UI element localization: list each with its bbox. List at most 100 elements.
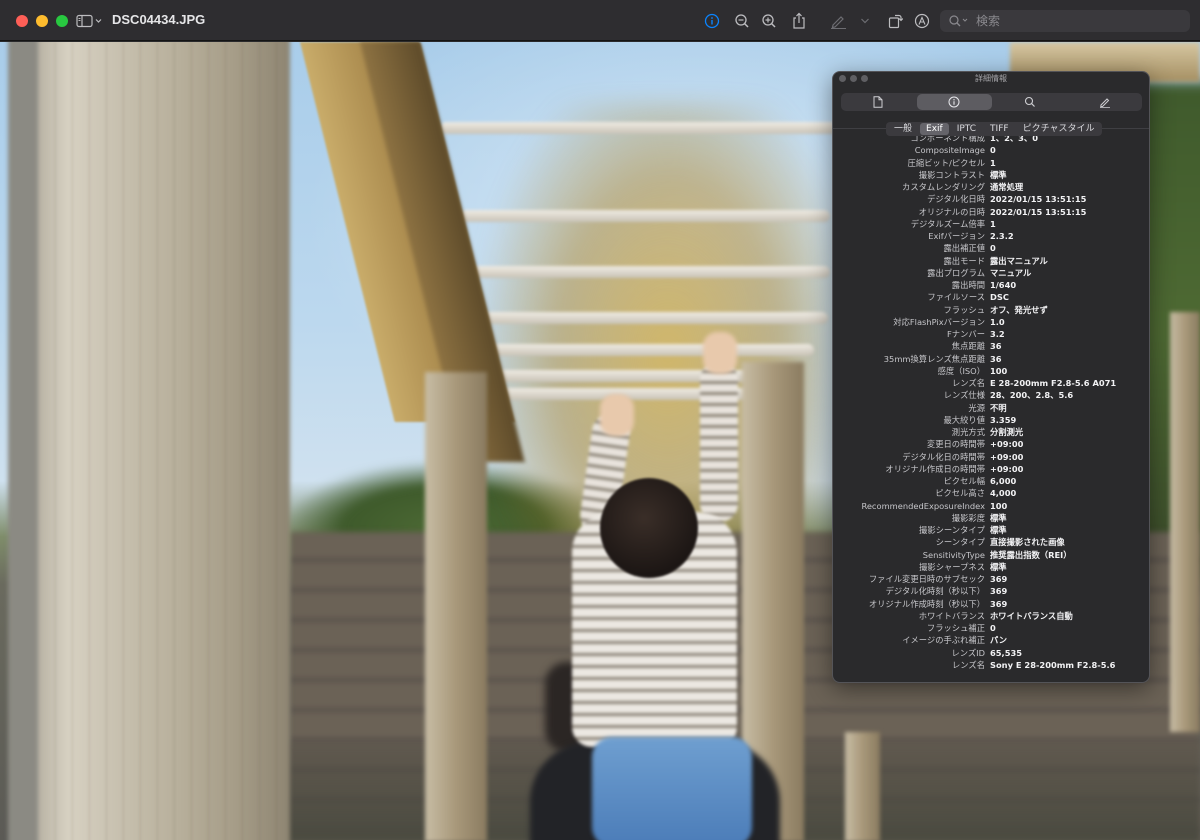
- metadata-row: 露出時間 1/640: [833, 279, 1149, 291]
- metadata-value: 1: [990, 157, 996, 168]
- metadata-value: 標準: [990, 561, 1007, 572]
- zoom-out-button[interactable]: [733, 10, 751, 31]
- metadata-value: 2022/01/15 13:51:15: [990, 194, 1087, 205]
- metadata-value: 3.2: [990, 329, 1005, 339]
- metadata-value: 標準: [990, 512, 1007, 523]
- wooden-pole: [1170, 312, 1200, 732]
- zoom-button[interactable]: [56, 15, 68, 27]
- metadata-key: シーンタイプ: [935, 537, 985, 548]
- window-title: DSC04434.JPG: [112, 12, 206, 27]
- metadata-key: RecommendedExposureIndex: [861, 500, 985, 511]
- markup-toolbar-button[interactable]: [913, 10, 931, 31]
- metadata-key: 対応FlashPixバージョン: [893, 316, 985, 327]
- info-button[interactable]: [703, 10, 721, 31]
- metadata-key: レンズ仕様: [943, 390, 985, 401]
- metadata-row: ピクセル高さ 4,000: [833, 487, 1149, 499]
- metadata-key: フラッシュ: [943, 304, 986, 315]
- share-icon: [793, 12, 805, 29]
- tab-search-info[interactable]: [993, 93, 1068, 111]
- metadata-key: 感度（ISO）: [937, 365, 985, 376]
- inspector-titlebar[interactable]: 詳細情報: [833, 72, 1149, 86]
- metadata-row: ホワイトバランス ホワイトバランス自動: [833, 610, 1149, 622]
- metadata-row: 露出モード 露出マニュアル: [833, 255, 1149, 267]
- metadata-value: 369: [990, 574, 1008, 584]
- metadata-row: 撮影シャープネス 標準: [833, 561, 1149, 573]
- info-icon: [948, 96, 960, 108]
- metadata-value: 36: [990, 341, 1002, 352]
- segment-picture-style[interactable]: ピクチャスタイル: [1017, 123, 1101, 135]
- metadata-row: 対応FlashPixバージョン 1.0: [833, 316, 1149, 328]
- metadata-row: SensitivityType 推奨露出指数（REI）: [833, 549, 1149, 561]
- metadata-value: 4,000: [990, 488, 1017, 499]
- metadata-row: オリジナル作成日の時間帯 +09:00: [833, 463, 1149, 475]
- exif-metadata-list[interactable]: コンポーネント構成 1、2、3、0 CompositeImage 0 圧縮ビット/ピクセ…: [833, 136, 1149, 682]
- metadata-row: 露出補正値 0: [833, 242, 1149, 254]
- metadata-key: オリジナル作成時刻（秒以下）: [868, 598, 985, 609]
- metadata-row: 感度（ISO） 100: [833, 365, 1149, 377]
- metadata-row: 測光方式 分割測光: [833, 426, 1149, 438]
- inspector-tab-bar: [841, 93, 1142, 111]
- metadata-value: 3.359: [990, 414, 1017, 425]
- markup-menu-button[interactable]: [858, 10, 872, 31]
- segment-tiff[interactable]: TIFF: [984, 123, 1015, 135]
- metadata-key: CompositeImage: [914, 145, 985, 156]
- segment-general[interactable]: 一般: [888, 123, 918, 135]
- search-field[interactable]: [940, 10, 1190, 32]
- monkey-bar: [460, 210, 830, 222]
- metadata-value: Sony E 28-200mm F2.8-5.6: [990, 659, 1116, 670]
- metadata-key: フラッシュ補正: [926, 623, 985, 633]
- share-button[interactable]: [790, 10, 808, 31]
- metadata-row: 圧縮ビット/ピクセル 1: [833, 157, 1149, 169]
- metadata-key: カスタムレンダリング: [902, 182, 985, 192]
- metadata-key: 焦点距離: [951, 341, 985, 352]
- metadata-key: デジタルズーム倍率: [910, 218, 985, 229]
- metadata-value: パン: [990, 635, 1008, 646]
- metadata-value: 6,000: [990, 476, 1017, 486]
- metadata-row: フラッシュ オフ、発光せず: [833, 304, 1149, 316]
- rotate-button[interactable]: [886, 10, 904, 31]
- metadata-value: ホワイトバランス自動: [990, 610, 1073, 621]
- child-head: [600, 478, 698, 578]
- zoom-in-icon: [762, 13, 776, 28]
- info-icon: [704, 13, 720, 28]
- chevron-down-icon: [861, 18, 869, 23]
- metadata-value: 2022/01/15 13:51:15: [990, 206, 1087, 217]
- segment-iptc[interactable]: IPTC: [951, 123, 982, 135]
- preview-window: DSC04434.JPG 検索 詳細情報 一般 Exif IPTC TIFF ピ…: [0, 0, 1200, 840]
- metadata-key: 撮影コントラスト: [918, 169, 985, 180]
- sidebar-icon: [76, 14, 102, 27]
- search-input[interactable]: [976, 14, 1176, 28]
- metadata-key: 測光方式: [951, 427, 985, 437]
- metadata-row: 変更日の時間帯 +09:00: [833, 438, 1149, 450]
- sidebar-toggle-button[interactable]: [75, 10, 105, 31]
- metadata-key: ファイル変更日時のサブセック: [868, 574, 985, 584]
- metadata-value: 100: [990, 500, 1008, 511]
- tab-more-info[interactable]: [916, 94, 992, 110]
- child-hand: [600, 394, 634, 436]
- metadata-segmented-control: 一般 Exif IPTC TIFF ピクチャスタイル: [886, 122, 1103, 136]
- metadata-row: ピクセル幅 6,000: [833, 475, 1149, 487]
- metadata-row: Fナンバー 3.2: [833, 328, 1149, 340]
- monkey-bar: [470, 266, 830, 278]
- metadata-value: 露出マニュアル: [990, 255, 1048, 266]
- metadata-value: 1、2、3、0: [990, 136, 1038, 143]
- minimize-button[interactable]: [36, 15, 48, 27]
- metadata-row: CompositeImage 0: [833, 144, 1149, 156]
- metadata-row: デジタル化日の時間帯 +09:00: [833, 451, 1149, 463]
- tab-annotations[interactable]: [1067, 93, 1142, 111]
- close-button[interactable]: [16, 15, 28, 27]
- metadata-row: 焦点距離 36: [833, 340, 1149, 352]
- metadata-value: +09:00: [990, 463, 1024, 474]
- metadata-row: レンズ仕様 28、200、2.8、5.6: [833, 389, 1149, 401]
- tab-general-info[interactable]: [841, 93, 916, 111]
- metadata-value: 0: [990, 623, 996, 633]
- metadata-key: ホワイトバランス: [918, 610, 985, 621]
- metadata-row: コンポーネント構成 1、2、3、0: [833, 136, 1149, 144]
- wooden-pole: [845, 732, 880, 840]
- markup-button[interactable]: [829, 10, 849, 31]
- zoom-in-button[interactable]: [760, 10, 778, 31]
- metadata-key: レンズID: [951, 647, 985, 658]
- metadata-value: 36: [990, 353, 1002, 364]
- inspector-title: 詳細情報: [975, 74, 1007, 83]
- segment-exif[interactable]: Exif: [920, 123, 949, 135]
